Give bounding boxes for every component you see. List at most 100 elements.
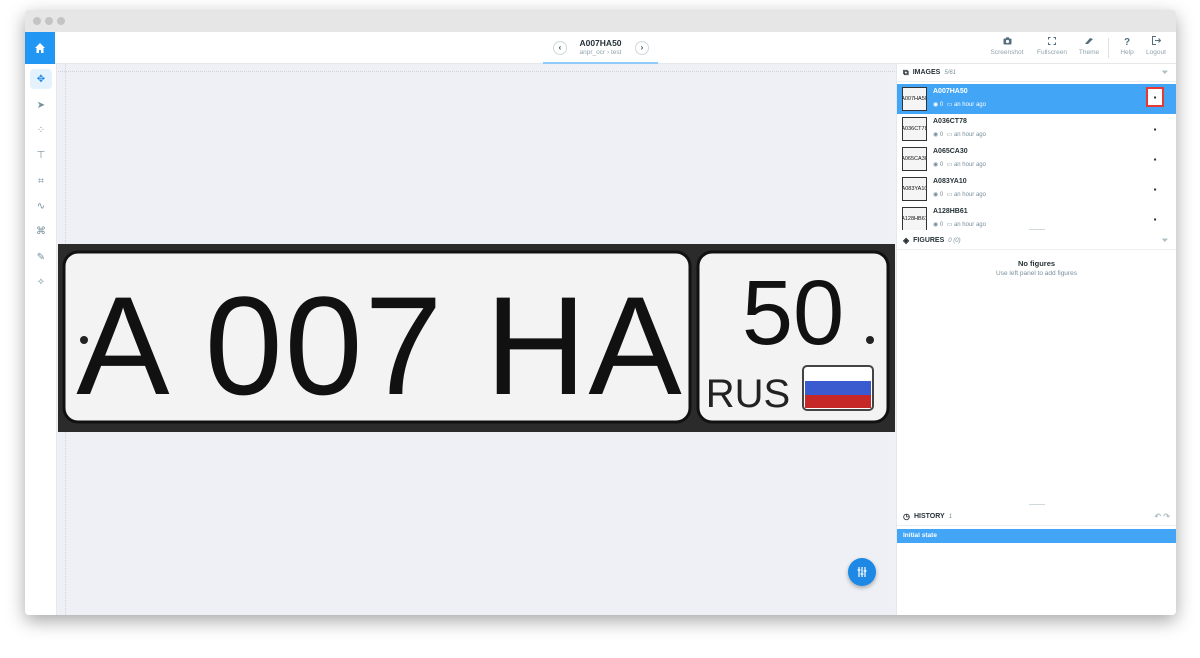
undo-redo-controls[interactable]: ↶ ↷: [1154, 512, 1170, 521]
calendar-icon: ▭: [946, 102, 953, 108]
polyline-icon: ∿: [36, 200, 46, 212]
brush-tool-button[interactable]: ✎: [30, 247, 52, 267]
next-image-button[interactable]: ›: [635, 41, 649, 55]
magic-wand-icon: ✧: [36, 276, 46, 288]
brush-icon: ✎: [36, 251, 46, 263]
fullscreen-label: Fullscreen: [1037, 49, 1067, 56]
images-panel-header: ⧉ IMAGES 5/61 ⏷: [897, 64, 1176, 82]
images-count: 5/61: [944, 69, 957, 76]
image-list-item[interactable]: A007HA50 A007HA50 ◉ 0 ▭ an hour ago ▪: [897, 84, 1176, 114]
images-title: IMAGES: [912, 69, 941, 76]
screenshot-label: Screenshot: [990, 49, 1024, 56]
window-close-dot[interactable]: [33, 17, 41, 25]
sliders-icon: [857, 567, 867, 577]
history-panel-header: ◷ HISTORY 1 ↶ ↷: [897, 508, 1176, 526]
breadcrumb-separator: ›: [607, 49, 610, 56]
images-icon: ⧉: [903, 67, 909, 77]
breadcrumb-project[interactable]: anpr_ocr: [580, 49, 606, 56]
help-icon: ?: [1123, 37, 1131, 48]
cursor-icon: ➤: [36, 99, 46, 111]
panel-resize-handle[interactable]: [1029, 229, 1045, 230]
image-meta: ◉ 0 ▭ an hour ago: [933, 192, 986, 198]
calendar-icon: ▭: [946, 162, 953, 168]
document-icon: ▪: [1153, 92, 1157, 102]
line-tool-button[interactable]: ⊤: [30, 145, 52, 165]
left-toolbar: ✥ ➤ ⁘ ⊤ ⌗ ∿ ⌘ ✎ ✧: [25, 64, 57, 615]
top-bar: ‹ A007HA50 anpr_ocr › test › Screenshot …: [25, 32, 1176, 64]
window-titlebar: [25, 10, 1176, 32]
select-tool-button[interactable]: ➤: [30, 95, 52, 115]
point-tool-button[interactable]: ⁘: [30, 120, 52, 140]
logout-label: Logout: [1146, 49, 1166, 56]
window-zoom-dot[interactable]: [57, 17, 65, 25]
app-window: ‹ A007HA50 anpr_ocr › test › Screenshot …: [25, 10, 1176, 615]
image-meta: ◉ 0 ▭ an hour ago: [933, 162, 986, 168]
calendar-icon: ▭: [946, 222, 953, 228]
redo-icon[interactable]: ↷: [1163, 512, 1170, 521]
rectangle-tool-button[interactable]: ⌗: [30, 171, 52, 191]
image-info-button[interactable]: ▪: [1148, 212, 1162, 226]
image-info-button[interactable]: ▪: [1148, 122, 1162, 136]
line-icon: ⊤: [36, 149, 46, 161]
image-thumbnail: A083YA10: [902, 177, 927, 201]
image-name: A065CA30: [933, 148, 968, 155]
polygon-tool-button[interactable]: ⌘: [30, 221, 52, 241]
plate-number-text: A 007 HA: [76, 267, 684, 424]
home-icon: [35, 43, 45, 53]
polyline-tool-button[interactable]: ∿: [30, 196, 52, 216]
russia-flag: [802, 365, 874, 411]
calendar-icon: ▭: [946, 192, 953, 198]
image-name: A083YA10: [933, 178, 967, 185]
image-name: A128HB61: [933, 208, 968, 215]
image-info-button[interactable]: ▪: [1146, 87, 1164, 107]
breadcrumb-dataset[interactable]: test: [611, 49, 621, 56]
image-info-button[interactable]: ▪: [1148, 182, 1162, 196]
figures-title: FIGURES: [913, 237, 945, 244]
comment-icon: ◉: [933, 192, 939, 198]
images-filter-icon[interactable]: ⏷: [1162, 68, 1168, 78]
fullscreen-button[interactable]: Fullscreen: [1032, 36, 1072, 56]
license-plate-image[interactable]: A 007 HA 50 RUS: [58, 244, 895, 432]
fullscreen-icon: [1032, 36, 1072, 49]
magic-wand-tool-button[interactable]: ✧: [30, 272, 52, 292]
theme-button[interactable]: Theme: [1074, 36, 1104, 56]
image-thumbnail: A065CA30: [902, 147, 927, 171]
logout-button[interactable]: Logout: [1142, 36, 1170, 56]
horizontal-ruler: [58, 64, 895, 72]
history-item[interactable]: Initial state: [897, 529, 1176, 543]
comment-icon: ◉: [933, 102, 939, 108]
figures-panel-header: ◈ FIGURES 0 (0) ⏷: [897, 232, 1176, 250]
home-button[interactable]: [25, 32, 55, 64]
document-icon: ▪: [1153, 124, 1157, 134]
image-list-item[interactable]: A128HB61 A128HB61 ◉ 0 ▭ an hour ago ▪: [897, 204, 1176, 230]
image-list-item[interactable]: A065CA30 A065CA30 ◉ 0 ▭ an hour ago ▪: [897, 144, 1176, 174]
image-info-button[interactable]: ▪: [1148, 152, 1162, 166]
move-tool-button[interactable]: ✥: [30, 69, 52, 89]
point-icon: ⁘: [36, 124, 46, 136]
image-meta: ◉ 0 ▭ an hour ago: [933, 102, 986, 108]
theme-label: Theme: [1078, 49, 1100, 56]
image-name: A007HA50: [933, 88, 968, 95]
history-title: HISTORY: [913, 513, 945, 520]
theme-icon: [1074, 36, 1104, 49]
figures-filter-icon[interactable]: ⏷: [1162, 236, 1168, 246]
calendar-icon: ▭: [946, 132, 953, 138]
screenshot-button[interactable]: Screenshot: [987, 36, 1027, 56]
panel-resize-handle[interactable]: [1029, 504, 1045, 505]
image-name: A036CT78: [933, 118, 967, 125]
plate-svg: A 007 HA 50 RUS: [58, 244, 895, 432]
help-button[interactable]: ? Help: [1114, 36, 1140, 56]
adjustments-fab-button[interactable]: [848, 558, 876, 586]
annotation-canvas[interactable]: A 007 HA 50 RUS: [58, 64, 895, 615]
history-count: 1: [948, 513, 953, 520]
image-thumbnail: A128HB61: [902, 207, 927, 230]
window-minimize-dot[interactable]: [45, 17, 53, 25]
comment-icon: ◉: [933, 222, 939, 228]
logout-icon: [1142, 36, 1170, 49]
undo-icon[interactable]: ↶: [1154, 512, 1161, 521]
figures-empty-state: No figures Use left panel to add figures: [897, 259, 1176, 277]
image-list-item[interactable]: A036CT78 A036CT78 ◉ 0 ▭ an hour ago ▪: [897, 114, 1176, 144]
no-figures-title: No figures: [1017, 259, 1056, 268]
image-list-item[interactable]: A083YA10 A083YA10 ◉ 0 ▭ an hour ago ▪: [897, 174, 1176, 204]
document-icon: ▪: [1153, 154, 1157, 164]
